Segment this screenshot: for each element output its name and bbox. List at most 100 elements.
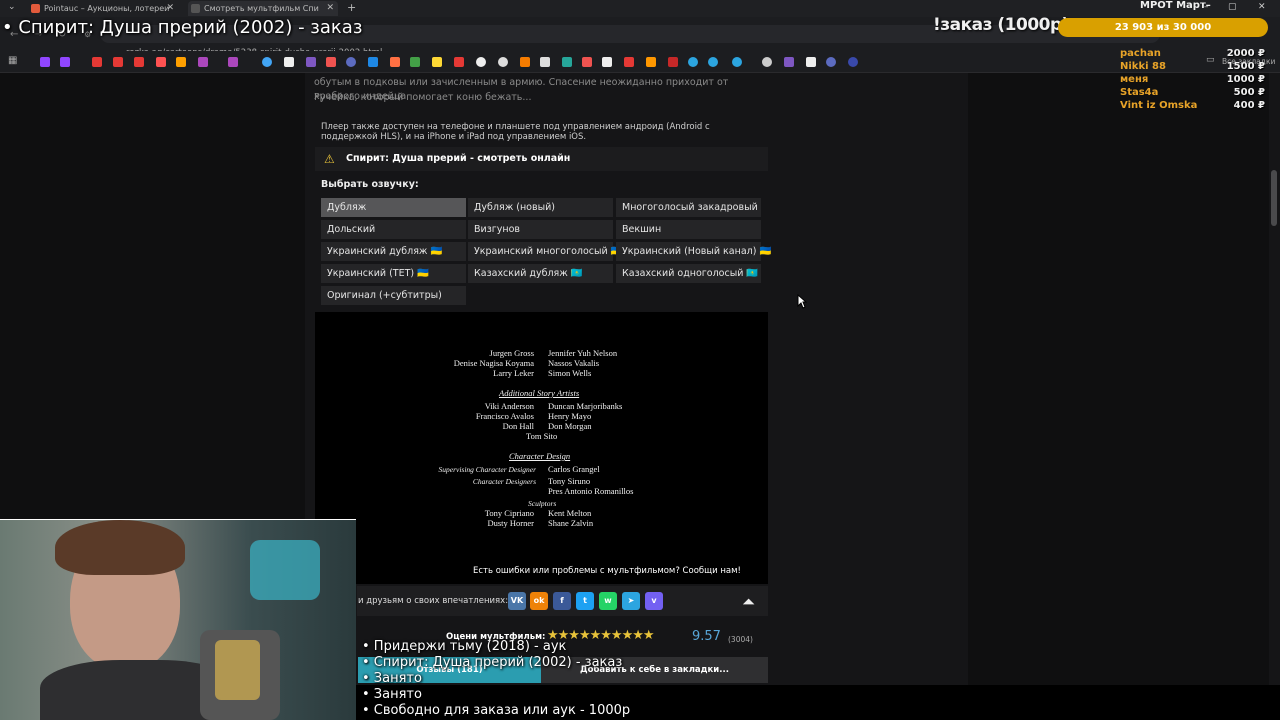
video-player[interactable] (315, 312, 768, 584)
pointauc-favicon-icon (31, 4, 40, 13)
bookmark-icon[interactable] (432, 57, 442, 67)
youtube-bookmark-icon[interactable] (134, 57, 144, 67)
voice-option-multi[interactable]: Многоголосый закадровый (616, 198, 761, 217)
bookmark-icon[interactable] (368, 57, 378, 67)
bookmark-icon[interactable] (582, 57, 592, 67)
voice-option-dolsky[interactable]: Дольский (321, 220, 466, 239)
donor-amount: 2000 ₽ (1226, 48, 1265, 59)
bookmark-icon[interactable] (198, 57, 208, 67)
new-tab-button[interactable]: + (347, 1, 356, 14)
twitch-bookmark-icon[interactable] (40, 57, 50, 67)
tab-title: Смотреть мультфильм Спи (204, 4, 319, 13)
bookmark-icon[interactable] (624, 57, 634, 67)
bookmark-icon[interactable] (346, 57, 356, 67)
voice-select-label: Выбрать озвучку: (321, 179, 419, 190)
rating-count: (3004) (728, 635, 753, 644)
queue-item: • Придержи тьму (2018) - аук (362, 639, 567, 654)
credit-name: Jennifer Yuh Nelson (548, 348, 618, 358)
bookmark-icon[interactable] (326, 57, 336, 67)
player-title: Спирит: Душа прерий - смотреть онлайн (346, 153, 571, 164)
viber-icon[interactable]: v (645, 592, 663, 610)
scrollbar-thumb[interactable] (1271, 170, 1277, 226)
bookmark-icon[interactable] (228, 57, 238, 67)
folder-icon[interactable]: ▭ (1206, 55, 1215, 65)
tab-pointauc[interactable]: Pointauc – Аукционы, лотереи ✕ (28, 1, 178, 16)
close-tab-icon[interactable]: ✕ (326, 1, 334, 16)
warning-icon: ⚠ (324, 152, 335, 166)
bookmark-icon[interactable] (806, 57, 816, 67)
youtube-bookmark-icon[interactable] (92, 57, 102, 67)
bookmark-icon[interactable] (262, 57, 272, 67)
bookmark-icon[interactable] (410, 57, 420, 67)
description-line: Ручейка, который помогает коню бежать... (314, 92, 532, 103)
close-window-icon[interactable]: ✕ (1258, 2, 1266, 12)
bookmark-icon[interactable] (602, 57, 612, 67)
credit-name: Duncan Marjoribanks (548, 401, 623, 411)
bookmark-icon[interactable] (762, 57, 772, 67)
ok-icon[interactable]: ok (530, 592, 548, 610)
voice-option-vizgunov[interactable]: Визгунов (468, 220, 613, 239)
credit-name: Tony Cipriano (484, 508, 534, 518)
mail-bookmark-icon[interactable] (176, 57, 186, 67)
voice-option-kz-single[interactable]: Казахский одноголосый 🇰🇿 (616, 264, 761, 283)
credit-name: Jurgen Gross (489, 348, 534, 358)
bookmark-icon[interactable] (498, 57, 508, 67)
bookmark-icon[interactable] (668, 57, 678, 67)
twitch-bookmark-icon[interactable] (60, 57, 70, 67)
apps-icon[interactable]: ▦ (8, 55, 17, 66)
donor-amount: 1000 ₽ (1226, 74, 1265, 85)
voice-option-original[interactable]: Оригинал (+субтитры) (321, 286, 466, 305)
voice-option-dub-new[interactable]: Дубляж (новый) (468, 198, 613, 217)
credit-role: Character Designers (472, 477, 536, 486)
bookmark-icon[interactable] (562, 57, 572, 67)
credit-role: Supervising Character Designer (438, 465, 537, 474)
voice-option-ua-new-channel[interactable]: Украинский (Новый канал) 🇺🇦 (616, 242, 771, 261)
close-tab-icon[interactable]: ✕ (166, 1, 174, 16)
whatsapp-icon[interactable]: w (599, 592, 617, 610)
credit-name: Henry Mayo (548, 411, 592, 421)
voice-option-ua-dub[interactable]: Украинский дубляж 🇺🇦 (321, 242, 466, 261)
device-note: Плеер также доступен на телефоне и планш… (321, 122, 710, 142)
stream-order-label: !заказ (1000р) (933, 15, 1069, 35)
report-bell-icon[interactable]: ⏶ (742, 592, 755, 612)
queue-item: • Занято (362, 687, 422, 702)
telegram-bookmark-icon[interactable] (688, 57, 698, 67)
queue-item: • Спирит: Душа прерий (2002) - заказ (362, 655, 623, 670)
tab-menu-icon[interactable]: ⌄ (8, 2, 16, 12)
bookmark-icon[interactable] (306, 57, 316, 67)
tab-rezka[interactable]: Смотреть мультфильм Спи ✕ (188, 1, 338, 16)
mail-bookmark-icon[interactable] (156, 57, 166, 67)
twitter-icon[interactable]: t (576, 592, 594, 610)
telegram-bookmark-icon[interactable] (708, 57, 718, 67)
voice-option-ua-tet[interactable]: Украинский (ТЕТ) 🇺🇦 (321, 264, 466, 283)
bookmark-icon[interactable] (826, 57, 836, 67)
donor-name: Nikki 88 (1120, 61, 1166, 72)
bookmark-icon[interactable] (284, 57, 294, 67)
bookmark-icon[interactable] (848, 57, 858, 67)
bookmark-icon[interactable] (390, 57, 400, 67)
telegram-icon[interactable]: ➤ (622, 592, 640, 610)
browser-tab-bar: ⌄ Pointauc – Аукционы, лотереи ✕ Смотрет… (0, 0, 1280, 17)
bookmark-icon[interactable] (476, 57, 486, 67)
vk-icon[interactable]: VK (508, 592, 526, 610)
restore-icon[interactable]: ▢ (1228, 2, 1237, 12)
share-label: и друзьям о своих впечатлениях: (358, 596, 509, 606)
scrollbar-track[interactable] (1269, 73, 1280, 685)
voice-option-kz-dub[interactable]: Казахский дубляж 🇰🇿 (468, 264, 613, 283)
youtube-bookmark-icon[interactable] (113, 57, 123, 67)
bookmark-icon[interactable] (540, 57, 550, 67)
donation-goal-bar: 23 903 из 30 000 (1058, 18, 1268, 37)
facebook-icon[interactable]: f (553, 592, 571, 610)
bookmark-icon[interactable] (646, 57, 656, 67)
telegram-bookmark-icon[interactable] (732, 57, 742, 67)
credit-name: Tony Siruno (548, 476, 591, 486)
bookmark-icon[interactable] (520, 57, 530, 67)
report-error-link[interactable]: Есть ошибки или проблемы с мультфильмом?… (473, 566, 741, 576)
credit-name: Shane Zalvin (548, 518, 594, 528)
voice-option-vekshin[interactable]: Векшин (616, 220, 761, 239)
bookmark-icon[interactable] (454, 57, 464, 67)
bookmark-icon[interactable] (784, 57, 794, 67)
rating-value: 9.57 (692, 629, 721, 644)
voice-option-ua-multi[interactable]: Украинский многоголосый 🇺🇦 (468, 242, 623, 261)
voice-option-dub[interactable]: Дубляж (321, 198, 466, 217)
